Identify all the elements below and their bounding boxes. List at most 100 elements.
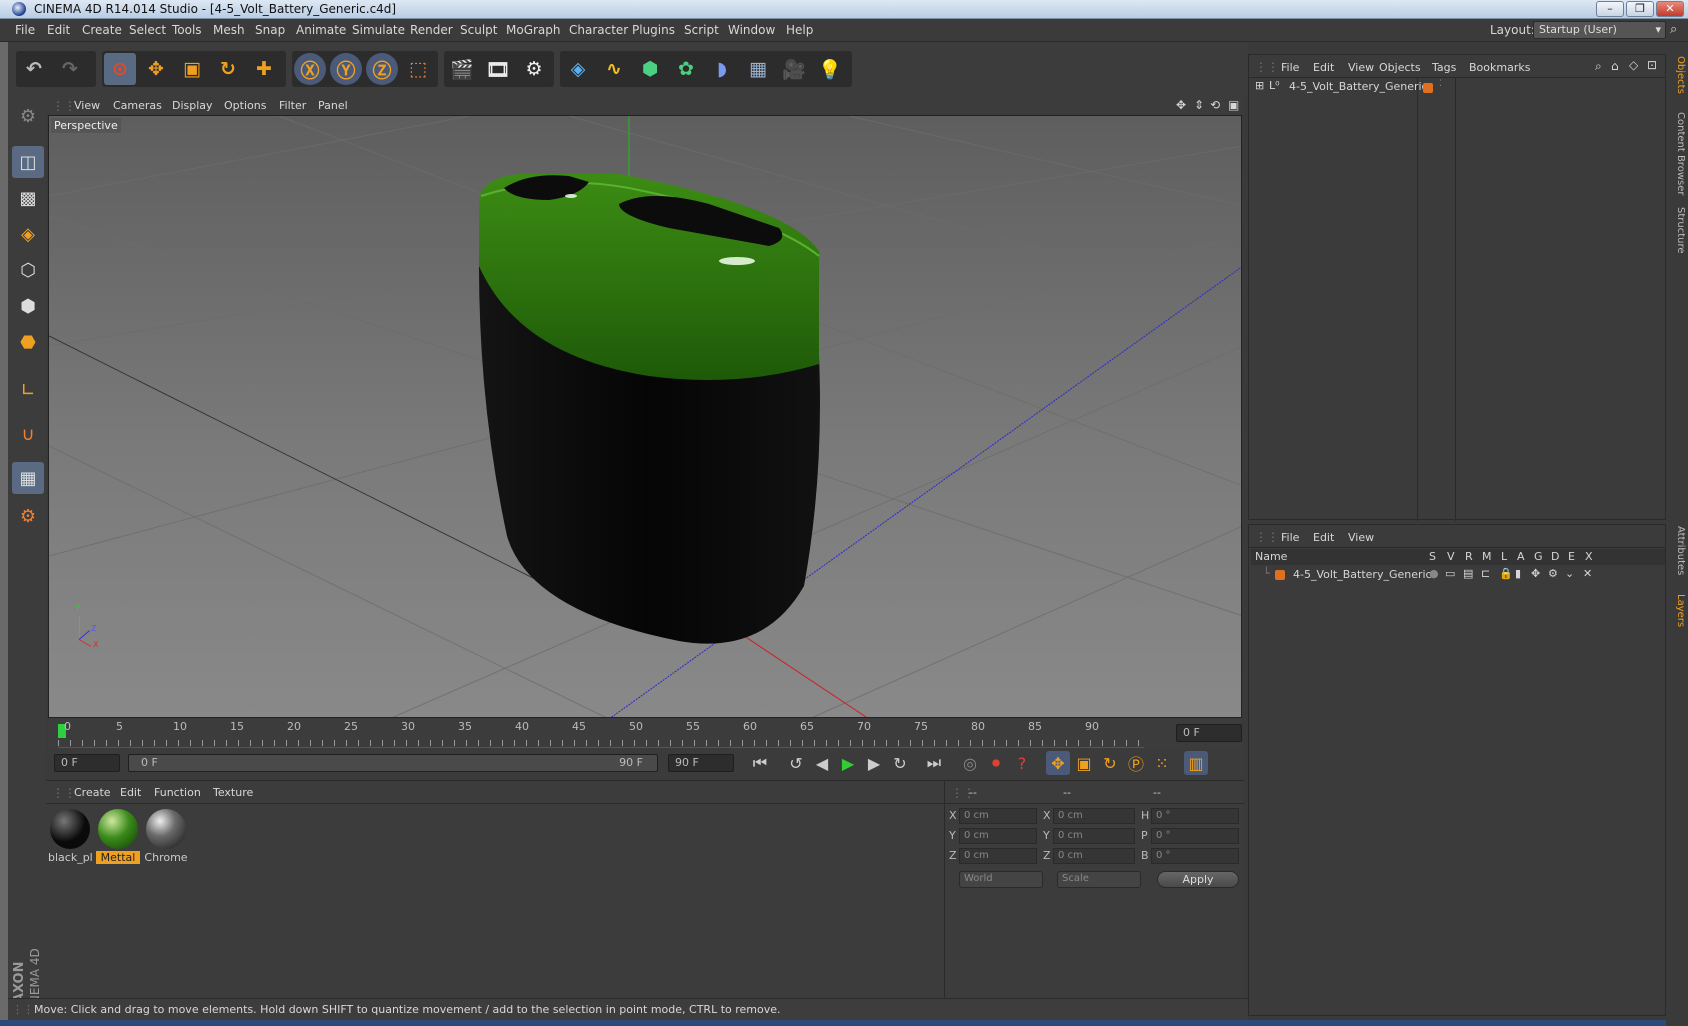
tab-objects[interactable]: Objects <box>1668 56 1686 94</box>
menu-render[interactable]: Render <box>410 23 453 37</box>
tab-attributes[interactable]: Attributes <box>1668 526 1686 575</box>
material-swatch[interactable]: black_pl <box>48 807 93 864</box>
spline-pen-icon[interactable]: ∿ <box>598 53 630 85</box>
floor-icon[interactable]: ▦ <box>742 53 774 85</box>
layer-menu-edit[interactable]: Edit <box>1313 531 1334 544</box>
array-icon[interactable]: ✿ <box>670 53 702 85</box>
menu-mesh[interactable]: Mesh <box>213 23 245 37</box>
cube-icon[interactable]: ◈ <box>562 53 594 85</box>
size-z-field[interactable]: 0 cm <box>1053 848 1135 864</box>
manager-icon[interactable]: ⊏ <box>1481 567 1490 580</box>
y-axis-lock-icon[interactable]: Ⓨ <box>330 53 362 85</box>
menu-sculpt[interactable]: Sculpt <box>460 23 497 37</box>
key-position-icon[interactable]: ✥ <box>1046 751 1070 775</box>
home-icon[interactable]: ⌂ <box>1611 59 1619 73</box>
menu-create[interactable]: Create <box>82 23 122 37</box>
menu-simulate[interactable]: Simulate <box>352 23 405 37</box>
search-icon[interactable]: ⌕ <box>1595 59 1602 74</box>
vp-menu-panel[interactable]: Panel <box>318 99 348 112</box>
key-rotation-icon[interactable]: ↻ <box>1098 751 1122 775</box>
polygons-mode-icon[interactable]: ⬣ <box>12 326 44 358</box>
texture-mode-icon[interactable]: ▩ <box>12 182 44 214</box>
minimize-button[interactable]: – <box>1596 1 1624 17</box>
layer-menu-file[interactable]: File <box>1281 531 1299 544</box>
next-frame-icon[interactable]: ▶ <box>862 751 886 775</box>
deformers-icon[interactable]: ⚙ <box>1548 567 1558 580</box>
make-editable-icon[interactable]: ⚙ <box>12 100 44 132</box>
mat-menu-texture[interactable]: Texture <box>213 786 253 799</box>
menu-character[interactable]: Character <box>569 23 628 37</box>
key-point-level-icon[interactable]: ⁙ <box>1150 751 1174 775</box>
rot-h-field[interactable]: 0 ° <box>1151 808 1239 824</box>
object-row[interactable]: ⊞ L⁰ 4-5_Volt_Battery_Generic ⁚ <box>1253 79 1663 97</box>
z-axis-lock-icon[interactable]: Ⓩ <box>366 53 398 85</box>
apply-button[interactable]: Apply <box>1157 871 1239 888</box>
tab-content-browser[interactable]: Content Browser <box>1668 112 1686 195</box>
generators-icon[interactable]: ✥ <box>1531 567 1540 580</box>
obj-menu-file[interactable]: File <box>1281 61 1299 74</box>
pos-y-field[interactable]: 0 cm <box>959 828 1037 844</box>
keyframe-selection-icon[interactable]: ? <box>1010 751 1034 775</box>
menu-file[interactable]: File <box>15 23 35 37</box>
menu-edit[interactable]: Edit <box>47 23 70 37</box>
menu-window[interactable]: Window <box>728 23 775 37</box>
current-frame-field[interactable]: 0 F <box>1176 724 1242 742</box>
render-settings-icon[interactable]: ⚙ <box>518 53 550 85</box>
maximize-view-icon[interactable]: ▣ <box>1228 98 1239 112</box>
light-icon[interactable]: 💡 <box>814 53 846 85</box>
collapse-icon[interactable]: ◇ <box>1629 58 1638 72</box>
pos-x-field[interactable]: 0 cm <box>959 808 1037 824</box>
start-frame-field[interactable]: 0 F <box>54 754 120 772</box>
rotate-icon[interactable]: ↻ <box>212 53 244 85</box>
subdivision-icon[interactable]: ⬢ <box>634 53 666 85</box>
key-parameter-icon[interactable]: Ⓟ <box>1124 751 1148 775</box>
end-frame-field[interactable]: 90 F <box>668 754 734 772</box>
x-axis-lock-icon[interactable]: Ⓧ <box>294 53 326 85</box>
solo-icon[interactable]: ● <box>1429 567 1439 580</box>
rot-b-field[interactable]: 0 ° <box>1151 848 1239 864</box>
locked-workplane-icon[interactable]: ⚙ <box>12 500 44 532</box>
coordinate-system-icon[interactable]: ⬚ <box>402 53 434 85</box>
move-icon[interactable]: ✥ <box>140 53 172 85</box>
previous-key-icon[interactable]: ↺ <box>784 751 808 775</box>
xref-icon[interactable]: ✕ <box>1583 567 1592 580</box>
menu-animate[interactable]: Animate <box>296 23 346 37</box>
points-mode-icon[interactable]: ⬡ <box>12 254 44 286</box>
menu-help[interactable]: Help <box>786 23 813 37</box>
mat-menu-create[interactable]: Create <box>74 786 111 799</box>
deformer-icon[interactable]: ◗ <box>706 53 738 85</box>
model-mode-icon[interactable]: ◫ <box>12 146 44 178</box>
vp-menu-cameras[interactable]: Cameras <box>113 99 162 112</box>
obj-menu-tags[interactable]: Tags <box>1432 61 1456 74</box>
layer-row[interactable]: └ 4-5_Volt_Battery_Generic ● ▭ ▤ ⊏ 🔒 ▮ ✥… <box>1251 567 1665 583</box>
size-y-field[interactable]: 0 cm <box>1053 828 1135 844</box>
mat-menu-edit[interactable]: Edit <box>120 786 141 799</box>
menu-select[interactable]: Select <box>129 23 166 37</box>
key-scale-icon[interactable]: ▣ <box>1072 751 1096 775</box>
visibility-dots-icon[interactable]: ⁚ <box>1439 79 1442 89</box>
undo-icon[interactable]: ↶ <box>18 53 50 85</box>
search-icon[interactable]: ⌕ <box>1670 22 1677 37</box>
timeline-window-icon[interactable]: ▥ <box>1184 751 1208 775</box>
close-button[interactable]: ✕ <box>1656 1 1684 17</box>
size-x-field[interactable]: 0 cm <box>1053 808 1135 824</box>
layer-color-swatch[interactable] <box>1423 83 1433 93</box>
perspective-viewport[interactable]: Perspective Y Z X <box>48 115 1242 718</box>
vp-menu-filter[interactable]: Filter <box>279 99 306 112</box>
vp-menu-options[interactable]: Options <box>224 99 266 112</box>
live-selection-icon[interactable]: ⊙ <box>104 53 136 85</box>
tab-structure[interactable]: Structure <box>1668 207 1686 254</box>
pos-z-field[interactable]: 0 cm <box>959 848 1037 864</box>
lock-icon[interactable]: 🔒 <box>1499 567 1513 580</box>
render-icon[interactable]: ▤ <box>1463 567 1473 580</box>
dolly-view-icon[interactable]: ⇕ <box>1194 98 1204 112</box>
expressions-icon[interactable]: ⌄ <box>1565 567 1574 580</box>
redo-icon[interactable]: ↷ <box>54 53 86 85</box>
vp-menu-view[interactable]: View <box>74 99 100 112</box>
layer-menu-view[interactable]: View <box>1348 531 1374 544</box>
coord-system-dropdown[interactable]: World <box>959 871 1043 888</box>
camera-icon[interactable]: 🎥 <box>778 53 810 85</box>
workplane-mode-icon[interactable]: ◈ <box>12 218 44 250</box>
axis-mode-icon[interactable]: ∟ <box>12 374 44 406</box>
obj-menu-objects[interactable]: Objects <box>1379 61 1421 74</box>
